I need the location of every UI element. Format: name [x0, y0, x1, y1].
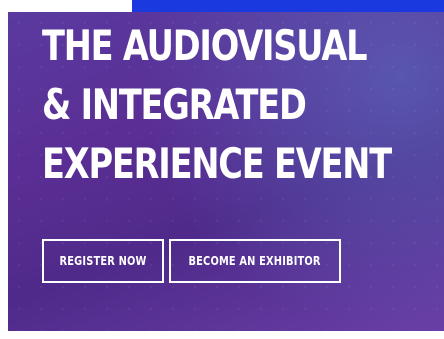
headline-line-3: EXPERIENCE EVENT [42, 139, 392, 188]
become-exhibitor-button[interactable]: BECOME AN EXHIBITOR [169, 239, 341, 283]
page-frame: THE AUDIOVISUAL & INTEGRATED EXPERIENCE … [0, 0, 444, 339]
become-exhibitor-label: BECOME AN EXHIBITOR [188, 254, 322, 268]
hero-headline: THE AUDIOVISUAL & INTEGRATED EXPERIENCE … [42, 16, 392, 193]
headline-line-2: & INTEGRATED [42, 80, 307, 129]
register-now-button[interactable]: REGISTER NOW [42, 239, 164, 283]
headline-line-1: THE AUDIOVISUAL [42, 21, 368, 70]
register-now-label: REGISTER NOW [59, 254, 147, 268]
hero-banner: THE AUDIOVISUAL & INTEGRATED EXPERIENCE … [8, 12, 444, 339]
